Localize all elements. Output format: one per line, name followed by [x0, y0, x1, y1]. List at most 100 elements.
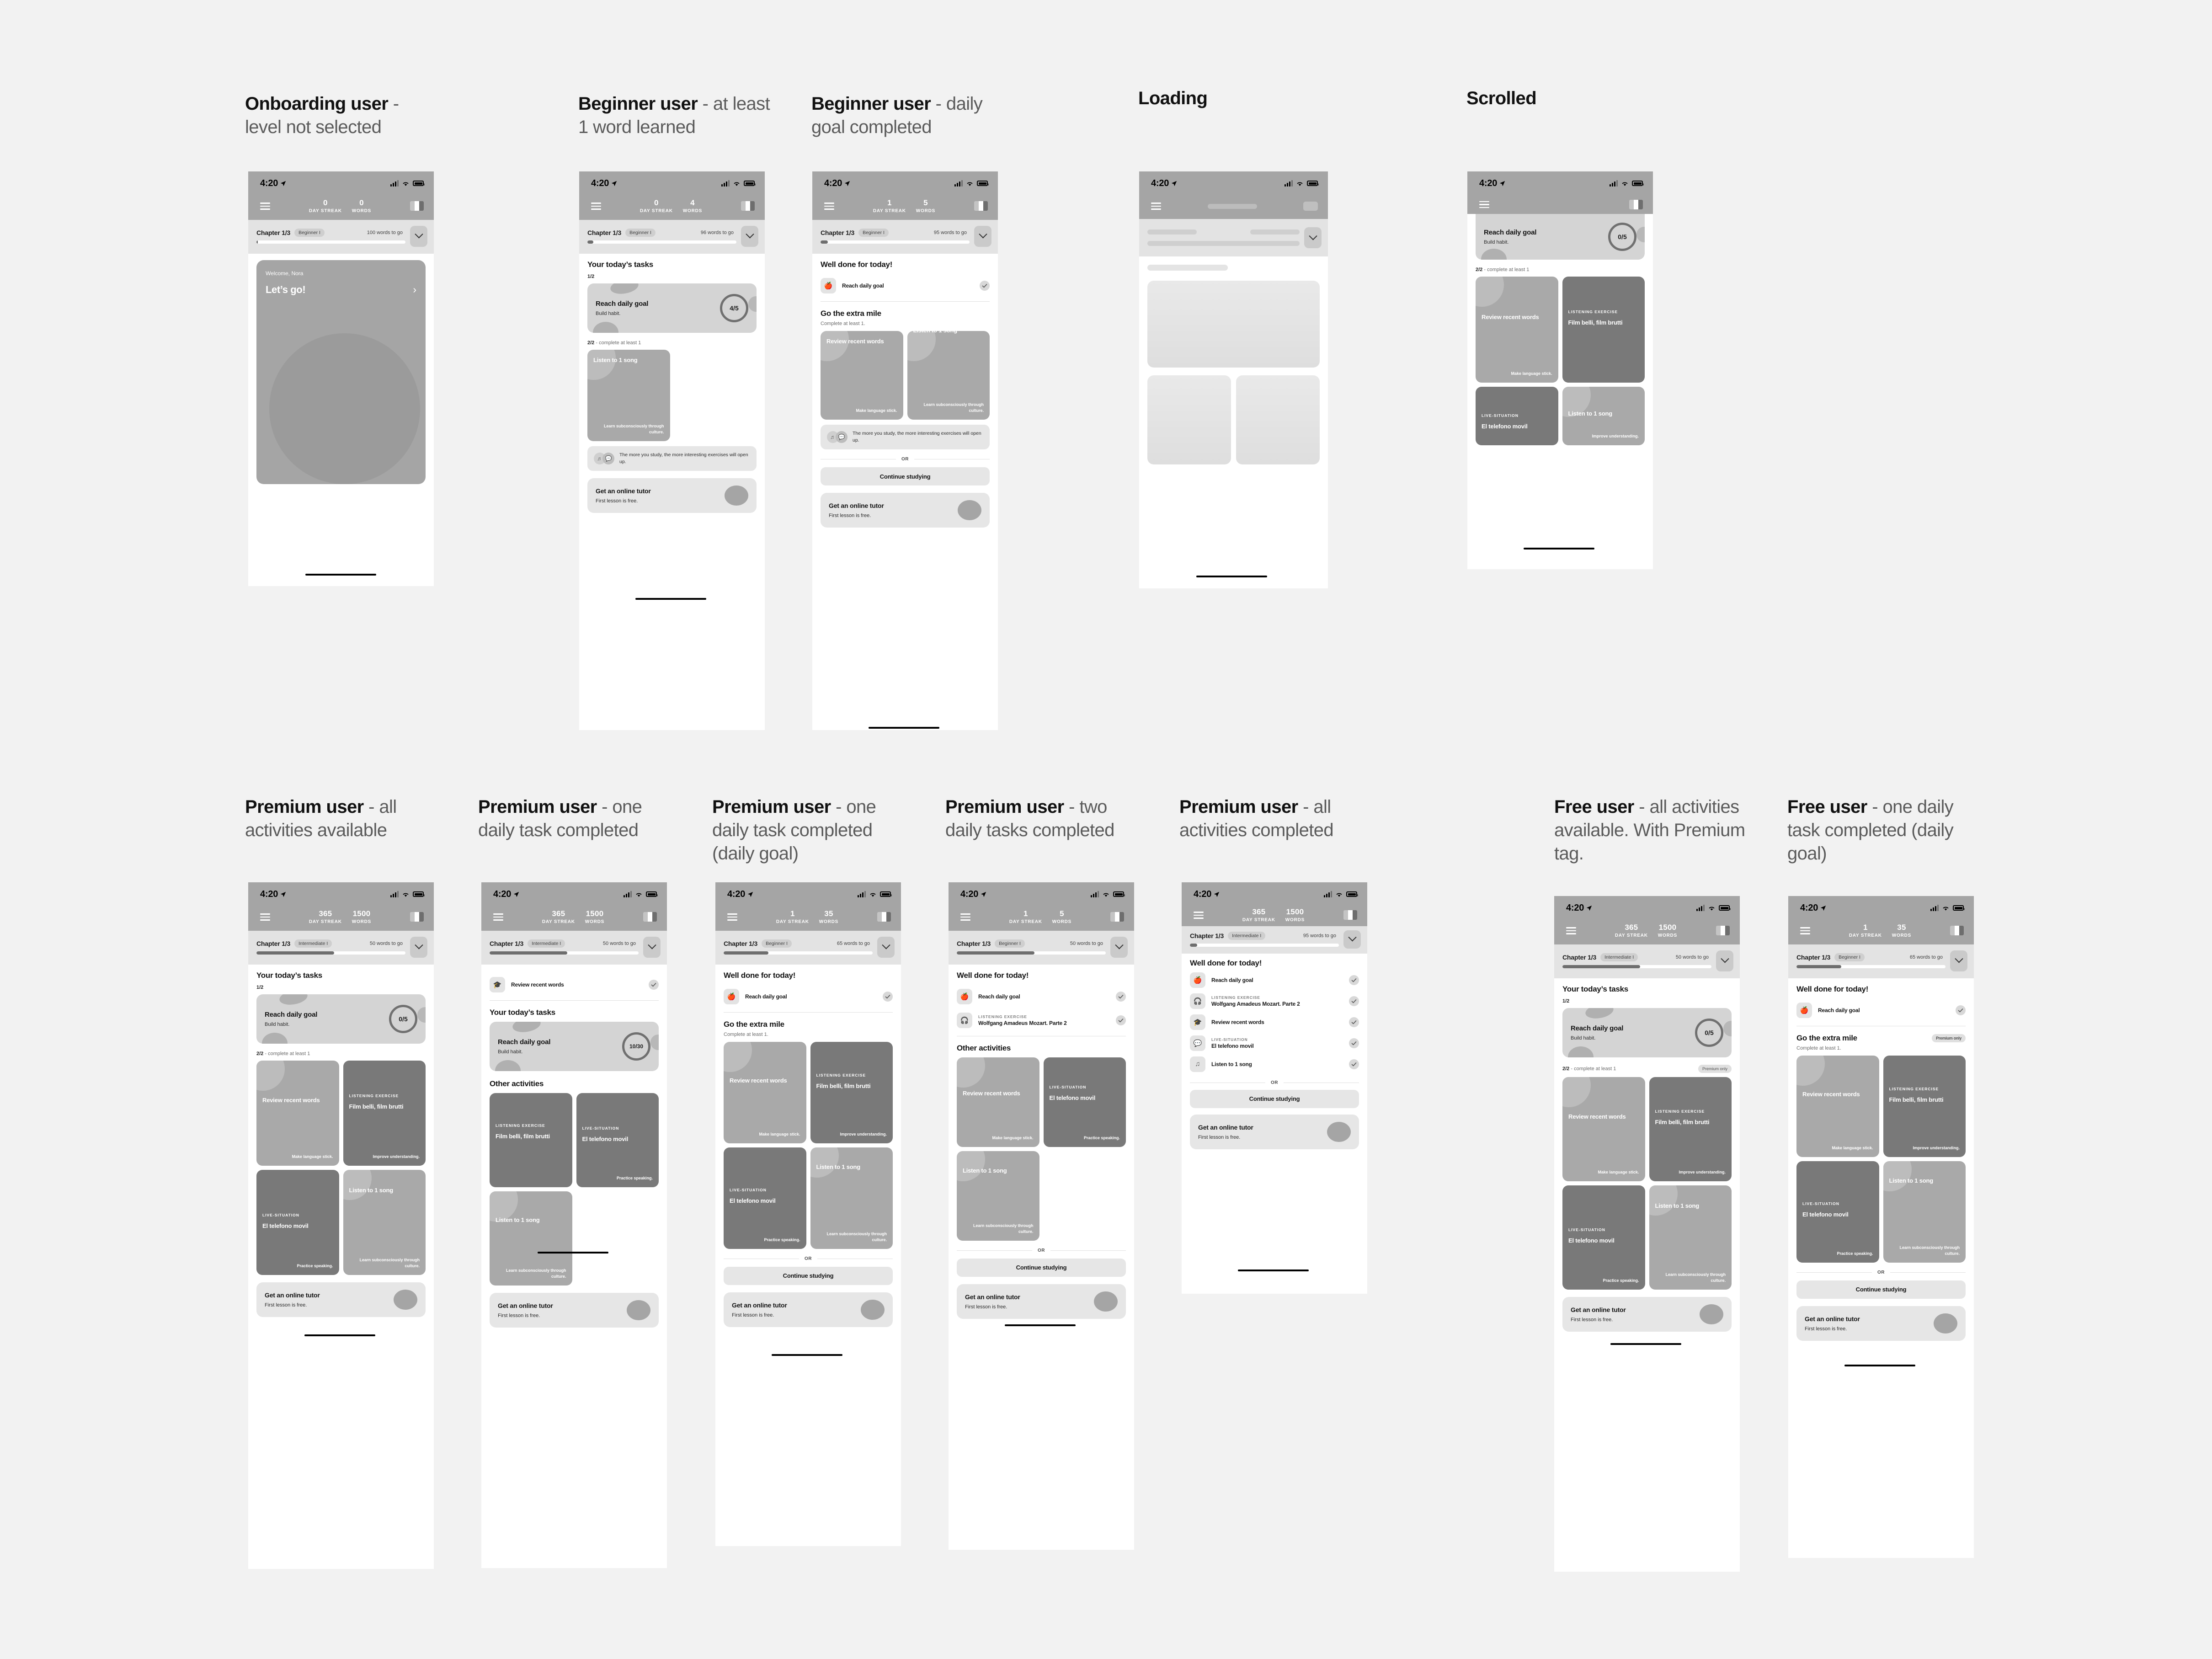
- chapter-expand-button[interactable]: [877, 936, 895, 958]
- chapter-expand-button[interactable]: [741, 225, 758, 247]
- language-flag-icon[interactable]: [1343, 910, 1357, 920]
- welcome-hero-card[interactable]: Welcome, Nora Let’s go! ›: [256, 260, 426, 484]
- tutor-card[interactable]: Get an online tutor First lesson is free…: [490, 1292, 659, 1328]
- menu-icon[interactable]: [960, 913, 970, 921]
- continue-studying-button[interactable]: Continue studying: [957, 1258, 1126, 1277]
- menu-icon[interactable]: [824, 203, 834, 210]
- completed-row-telefono[interactable]: 💬 LIVE-SITUATION El telefono movil: [1190, 1033, 1359, 1054]
- menu-icon[interactable]: [591, 203, 601, 210]
- tutor-card[interactable]: Get an online tutor First lesson is free…: [821, 493, 990, 528]
- completed-row-goal[interactable]: 🍎 Reach daily goal: [724, 985, 893, 1008]
- activity-card-telefono[interactable]: LIVE-SITUATION El telefono movil Practic…: [724, 1147, 806, 1249]
- menu-icon[interactable]: [260, 913, 270, 921]
- language-flag-icon[interactable]: [410, 201, 424, 211]
- completed-row-mozart[interactable]: 🎧 LISTENING EXERCISE Wolfgang Amadeus Mo…: [1190, 991, 1359, 1012]
- activity-card-film[interactable]: LISTENING EXERCISE Film belli, film brut…: [343, 1060, 426, 1166]
- activity-card-film[interactable]: LISTENING EXERCISE Film belli, film brut…: [810, 1041, 893, 1143]
- tutor-card[interactable]: Get an online tutor First lesson is free…: [256, 1282, 426, 1317]
- activity-card-song[interactable]: Listen to 1 song Learn subconsciously th…: [957, 1151, 1039, 1241]
- menu-icon[interactable]: [260, 203, 270, 210]
- language-flag-icon[interactable]: [877, 912, 891, 922]
- completed-row-review[interactable]: 🎓 Review recent words: [1190, 1012, 1359, 1033]
- activity-card-review[interactable]: Review recent words Make language stick.: [724, 1041, 806, 1143]
- chapter-expand-button[interactable]: [1304, 227, 1322, 248]
- continue-studying-button[interactable]: Continue studying: [724, 1266, 893, 1285]
- activity-card-telefono[interactable]: LIVE-SITUATION El telefono movil Practic…: [1043, 1057, 1126, 1147]
- continue-studying-button[interactable]: Continue studying: [1796, 1280, 1966, 1299]
- activity-card-song[interactable]: Listen to 1 song Learn subconsciously th…: [343, 1169, 426, 1275]
- activity-card-film[interactable]: LISTENING EXERCISE Film belli, film brut…: [490, 1093, 572, 1187]
- activity-card-review[interactable]: Review recent words Make language stick.: [1796, 1055, 1879, 1157]
- menu-icon[interactable]: [1800, 927, 1810, 934]
- tutor-card[interactable]: Get an online tutor First lesson is free…: [1796, 1306, 1966, 1341]
- activity-card-review[interactable]: Review recent words Make language stick.: [256, 1060, 339, 1166]
- activity-card-telefono[interactable]: LIVE-SITUATION El telefono movil Practic…: [1562, 1185, 1645, 1290]
- daily-goal-card[interactable]: Reach daily goal Build habit. 0/5: [256, 994, 426, 1044]
- language-flag-icon[interactable]: [1110, 912, 1124, 922]
- activity-card-review[interactable]: Review recent words Make language stick.: [957, 1057, 1039, 1147]
- language-flag-icon[interactable]: [1716, 926, 1730, 936]
- activity-title: Listen to 1 song: [496, 1216, 540, 1223]
- tutor-card[interactable]: Get an online tutor First lesson is free…: [724, 1292, 893, 1327]
- language-flag-icon[interactable]: [741, 201, 755, 211]
- activity-card-song[interactable]: Listen to 1 song Improve understanding.: [1562, 387, 1645, 445]
- completed-row-goal[interactable]: 🍎 Reach daily goal: [821, 274, 990, 298]
- completed-row-song[interactable]: ♫ Listen to 1 song: [1190, 1054, 1359, 1075]
- completed-row-goal[interactable]: 🍎 Reach daily goal: [1796, 998, 1966, 1022]
- tutor-card[interactable]: Get an online tutor First lesson is free…: [1562, 1296, 1732, 1332]
- tutor-card[interactable]: Get an online tutor First lesson is free…: [587, 478, 757, 513]
- chapter-expand-button[interactable]: [410, 936, 427, 958]
- menu-icon[interactable]: [1566, 927, 1576, 934]
- activity-card-review[interactable]: Review recent words Make language stick.: [821, 331, 903, 420]
- menu-icon[interactable]: [493, 913, 503, 921]
- tutor-card[interactable]: Get an online tutor First lesson is free…: [957, 1284, 1126, 1319]
- activity-card-telefono[interactable]: LIVE-SITUATION El telefono movil: [1476, 387, 1558, 445]
- menu-icon[interactable]: [727, 913, 737, 921]
- menu-icon[interactable]: [1151, 203, 1161, 210]
- completed-row-goal[interactable]: 🍎 Reach daily goal: [957, 985, 1126, 1008]
- words-label: WORDS: [585, 919, 605, 924]
- activity-card-telefono[interactable]: LIVE-SITUATION El telefono movil Practic…: [1796, 1161, 1879, 1263]
- activity-card-song[interactable]: Listen to 1 song Learn subconsciously th…: [907, 331, 990, 420]
- activity-card-song[interactable]: Listen to 1 song Learn subconsciously th…: [810, 1147, 893, 1249]
- screen-body: 🎓 Review recent words Your today’s tasks…: [481, 964, 667, 1328]
- chapter-expand-button[interactable]: [1110, 936, 1128, 958]
- language-flag-icon[interactable]: [1629, 200, 1643, 209]
- activity-card-review[interactable]: Review recent words Make language stick.: [1476, 277, 1558, 383]
- activity-card-film[interactable]: LISTENING EXERCISE Film belli, film brut…: [1649, 1077, 1732, 1181]
- activity-card-film[interactable]: LISTENING EXERCISE Film belli, film brut…: [1883, 1055, 1966, 1157]
- completed-row-mozart[interactable]: 🎧 LISTENING EXERCISE Wolfgang Amadeus Mo…: [957, 1008, 1126, 1032]
- completed-row-goal[interactable]: 🍎 Reach daily goal: [1190, 970, 1359, 991]
- chapter-expand-button[interactable]: [410, 225, 427, 247]
- language-flag-icon[interactable]: [410, 912, 424, 922]
- chapter-expand-button[interactable]: [1343, 930, 1361, 949]
- activity-card-telefono[interactable]: LIVE-SITUATION El telefono movil Practic…: [256, 1169, 339, 1275]
- daily-goal-card[interactable]: Reach daily goal Build habit. 4/5: [587, 283, 757, 333]
- words-label: WORDS: [1658, 933, 1678, 938]
- activity-card-song[interactable]: Listen to 1 song Learn subconsciously th…: [1883, 1161, 1966, 1263]
- menu-icon[interactable]: [1194, 912, 1204, 919]
- tutor-card[interactable]: Get an online tutor First lesson is free…: [1190, 1114, 1359, 1149]
- activity-card-song[interactable]: Listen to 1 song Learn subconsciously th…: [490, 1191, 572, 1286]
- chapter-expand-button[interactable]: [1716, 950, 1733, 971]
- activity-card-film[interactable]: LISTENING EXERCISE Film belli, film brut…: [1562, 277, 1645, 383]
- continue-studying-button[interactable]: Continue studying: [1190, 1089, 1359, 1108]
- daily-goal-card[interactable]: Reach daily goal Build habit. 0/5: [1476, 214, 1645, 260]
- continue-studying-button[interactable]: Continue studying: [821, 467, 990, 486]
- activity-card-song[interactable]: Listen to 1 song Learn subconsciously th…: [1649, 1185, 1732, 1290]
- completed-row-review[interactable]: 🎓 Review recent words: [490, 973, 659, 997]
- chapter-expand-button[interactable]: [974, 225, 991, 247]
- menu-icon[interactable]: [1479, 201, 1489, 208]
- language-flag-icon[interactable]: [643, 912, 657, 922]
- chapter-expand-button[interactable]: [1950, 950, 1967, 971]
- daily-goal-card[interactable]: Reach daily goal Build habit. 10/30: [490, 1021, 659, 1071]
- activity-card-review[interactable]: Review recent words Make language stick.: [1562, 1077, 1645, 1181]
- language-flag-icon[interactable]: [974, 201, 988, 211]
- activity-footer: Make language stick.: [1598, 1169, 1639, 1174]
- activity-card-telefono[interactable]: LIVE-SITUATION El telefono movil Practic…: [576, 1093, 659, 1187]
- daily-goal-card[interactable]: Reach daily goal Build habit. 0/5: [1562, 1008, 1732, 1057]
- chapter-expand-button[interactable]: [643, 936, 661, 958]
- activity-kicker: LIVE-SITUATION: [1049, 1084, 1087, 1089]
- language-flag-icon[interactable]: [1950, 926, 1964, 936]
- activity-card-song[interactable]: Listen to 1 song Learn subconsciously th…: [587, 349, 670, 441]
